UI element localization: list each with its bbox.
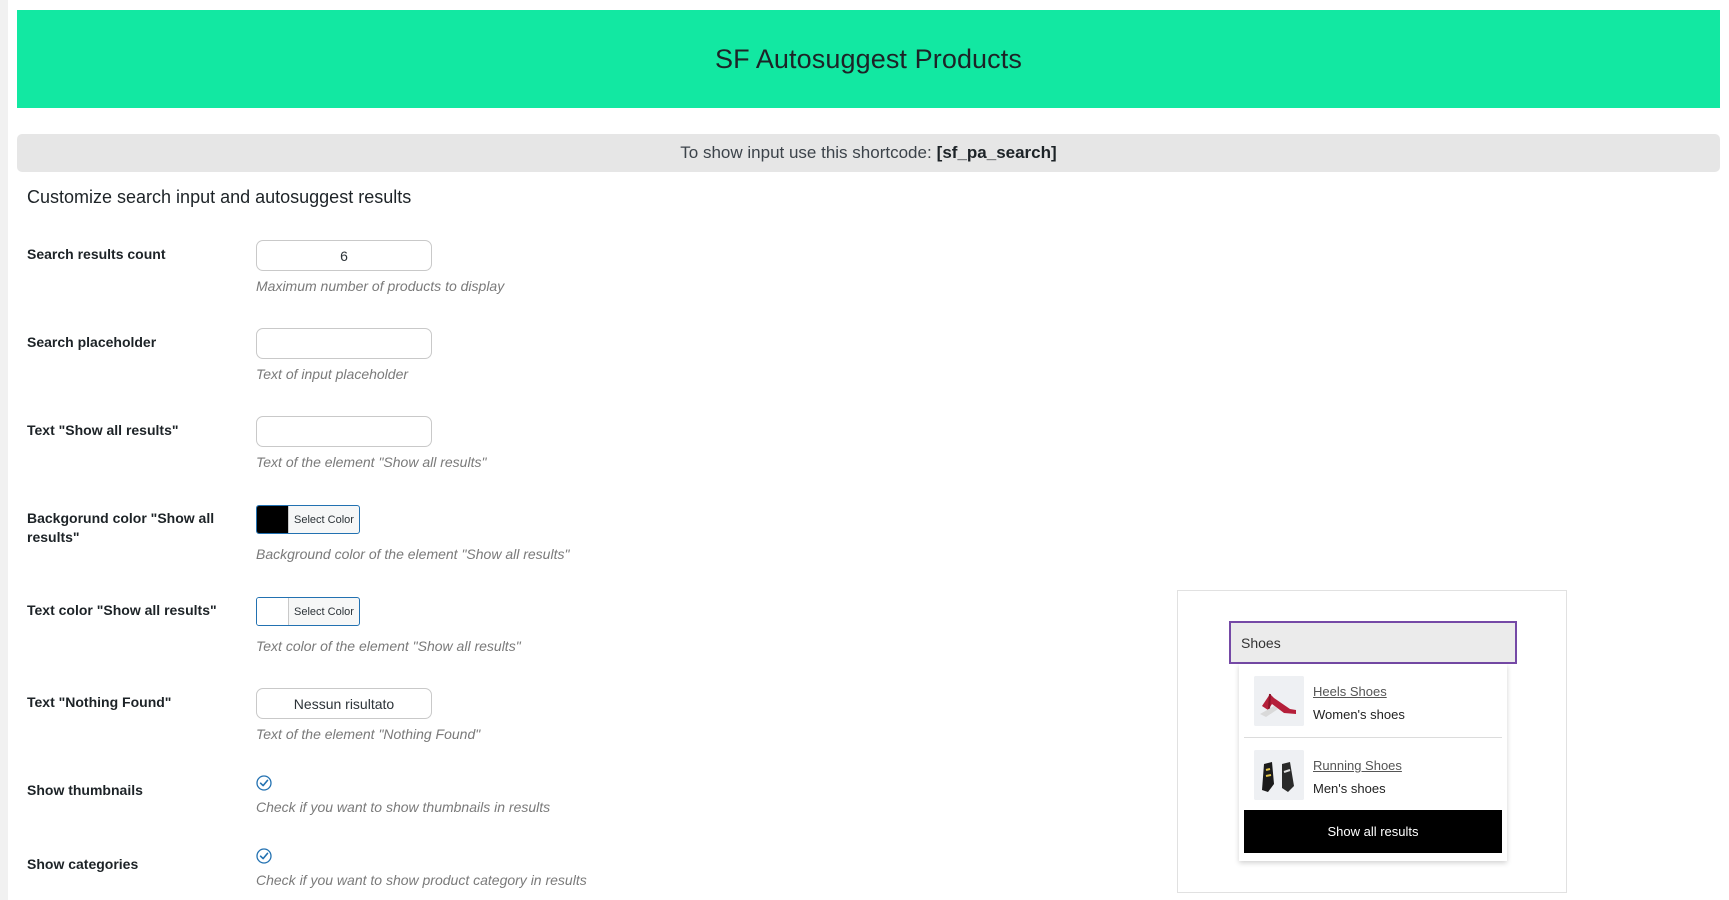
bg-color-description: Background color of the element "Show al… (256, 546, 570, 562)
shortcode-code: [sf_pa_search] (936, 143, 1057, 162)
nothing-found-label: Text "Nothing Found" (27, 694, 172, 710)
result-item[interactable]: Heels Shoes Women's shoes (1244, 664, 1502, 732)
show-thumbnails-checkbox[interactable] (256, 775, 272, 791)
show-all-results-button[interactable]: Show all results (1244, 810, 1502, 853)
bg-color-label: Backgorund color "Show all results" (27, 510, 215, 545)
result-category: Men's shoes (1313, 781, 1386, 796)
show-all-text-label: Text "Show all results" (27, 422, 179, 438)
show-all-text-input[interactable] (256, 416, 432, 447)
text-color-select-label: Select Color (294, 605, 354, 618)
main-content: SF Autosuggest Products To show input us… (8, 0, 1729, 900)
shortcode-notice: To show input use this shortcode: [sf_pa… (17, 134, 1720, 172)
placeholder-label: Search placeholder (27, 334, 157, 350)
nothing-found-description: Text of the element "Nothing Found" (256, 726, 481, 742)
show-thumbnails-label: Show thumbnails (27, 782, 143, 798)
section-title: Customize search input and autosuggest r… (27, 187, 412, 207)
results-count-input[interactable]: 6 (256, 240, 432, 271)
preview-search-input[interactable]: Shoes (1229, 621, 1517, 664)
result-title[interactable]: Heels Shoes (1313, 684, 1387, 699)
nothing-found-input[interactable]: Nessun risultato (256, 688, 432, 719)
text-color-picker-button[interactable]: Select Color (256, 597, 360, 626)
bg-color-swatch (257, 506, 289, 533)
placeholder-description: Text of input placeholder (256, 366, 409, 382)
show-all-text-description: Text of the element "Show all results" (256, 454, 487, 470)
bg-color-select-label: Select Color (294, 513, 354, 526)
result-title[interactable]: Running Shoes (1313, 758, 1402, 773)
preview-results-dropdown: Heels Shoes Women's shoes Running Shoes … (1239, 664, 1507, 861)
show-categories-checkbox[interactable] (256, 848, 272, 864)
running-shoe-icon (1254, 750, 1304, 800)
text-color-description: Text color of the element "Show all resu… (256, 638, 521, 654)
results-count-label: Search results count (27, 246, 166, 262)
page-title: SF Autosuggest Products (715, 43, 1022, 74)
show-categories-description: Check if you want to show product catego… (256, 872, 587, 888)
text-color-swatch (257, 598, 289, 625)
page-header: SF Autosuggest Products (17, 10, 1720, 108)
bg-color-picker-button[interactable]: Select Color (256, 505, 360, 534)
heels-shoe-icon (1254, 676, 1304, 726)
shortcode-text: To show input use this shortcode: (680, 143, 932, 162)
results-count-description: Maximum number of products to display (256, 278, 505, 294)
show-thumbnails-description: Check if you want to show thumbnails in … (256, 799, 551, 815)
placeholder-input[interactable] (256, 328, 432, 359)
text-color-label: Text color "Show all results" (27, 602, 217, 618)
result-item[interactable]: Running Shoes Men's shoes (1244, 737, 1502, 806)
autosuggest-preview: Shoes Heels Shoes Women's shoes Running … (1177, 590, 1567, 893)
result-category: Women's shoes (1313, 707, 1405, 722)
show-categories-label: Show categories (27, 856, 139, 872)
